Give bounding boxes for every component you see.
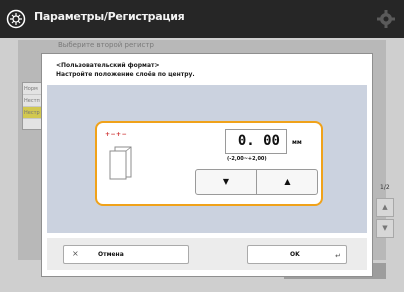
dialog-body: +−+− 0. 00 мм (-2,00~+2,00) ▼ ▲ xyxy=(47,85,367,233)
dialog-heading-line1: <Пользовательский формат> xyxy=(56,62,160,69)
cancel-label: Отмена xyxy=(98,251,124,258)
cancel-button[interactable]: × Отмена xyxy=(63,245,189,264)
dialog-heading: <Пользовательский формат> Настройте поло… xyxy=(56,61,195,79)
close-icon: × xyxy=(72,249,79,258)
scroll-up-button[interactable]: ▲ xyxy=(376,198,394,217)
value-field[interactable]: 0. 00 xyxy=(225,129,287,154)
scroll-down-button[interactable]: ▼ xyxy=(376,219,394,238)
decrement-button[interactable]: ▼ xyxy=(196,170,257,194)
value-stepper: ▼ ▲ xyxy=(195,169,318,195)
top-bar: Параметры/Регистрация xyxy=(0,0,404,38)
enter-icon: ↵ xyxy=(335,252,341,260)
dialog: <Пользовательский формат> Настройте поло… xyxy=(42,54,372,276)
scroll-buttons: ▲ ▼ xyxy=(376,198,394,240)
page-indicator: 1/2 xyxy=(380,184,390,191)
gear-icon[interactable] xyxy=(376,9,396,29)
unit-label: мм xyxy=(292,139,302,146)
page-title: Параметры/Регистрация xyxy=(34,10,185,23)
ok-label: OK xyxy=(290,251,300,258)
range-label: (-2,00~+2,00) xyxy=(227,156,267,162)
setting-box: +−+− 0. 00 мм (-2,00~+2,00) ▼ ▲ xyxy=(95,121,323,206)
screen: Параметры/Регистрация Выберите второй ре… xyxy=(0,0,404,292)
ok-button[interactable]: OK ↵ xyxy=(247,245,347,264)
home-icon[interactable] xyxy=(6,9,26,29)
background-subtitle: Выберите второй регистр xyxy=(58,41,154,49)
dialog-heading-line2: Настройте положение слоёв по центру. xyxy=(56,71,195,78)
dialog-footer: × Отмена OK ↵ xyxy=(47,238,367,270)
increment-button[interactable]: ▲ xyxy=(257,170,318,194)
document-icon xyxy=(109,146,132,180)
